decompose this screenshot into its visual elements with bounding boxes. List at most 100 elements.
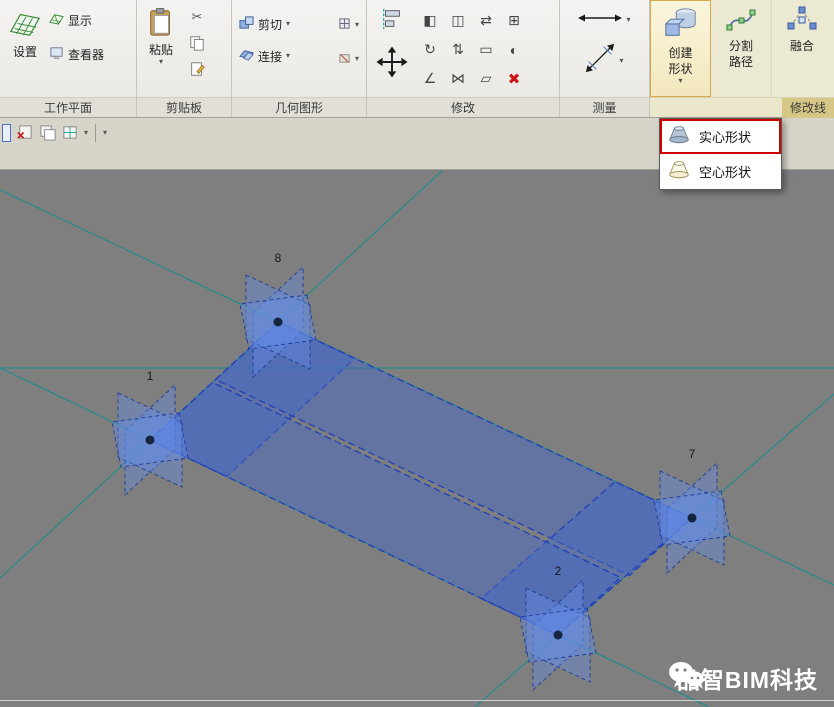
viewer-label: 查看器 (68, 46, 104, 63)
solid-form-icon (666, 123, 692, 150)
solid-form-menu-item[interactable]: 实心形状 (660, 119, 781, 154)
view-grid-icon[interactable] (61, 123, 80, 142)
join-geometry-button[interactable]: 连接 ▾ (236, 45, 293, 67)
paste-button[interactable]: 粘贴 ▾ (141, 3, 181, 94)
array-icon[interactable]: ⇄ (473, 7, 499, 34)
reference-point-cluster[interactable]: 7 (654, 447, 730, 573)
reference-point-cluster[interactable]: 1 (112, 369, 188, 495)
paste-label: 粘贴 (149, 43, 173, 58)
trim-icon[interactable]: ▭ (473, 36, 499, 63)
corner-label: 7 (689, 447, 696, 461)
mini-toolbar-caret2-icon[interactable]: ▾ (103, 129, 107, 137)
close-hidden-icon[interactable] (15, 123, 34, 142)
rotate-icon[interactable]: ↻ (417, 36, 443, 63)
clipboard-panel-label: 剪贴板 (137, 97, 231, 117)
create-form-icon (663, 5, 699, 45)
solid-form-label: 实心形状 (699, 127, 751, 146)
demolish-icon (338, 51, 351, 67)
join-geometry-label: 连接 (258, 48, 282, 65)
wall-joins-button[interactable]: ▾ (335, 15, 362, 35)
create-form-label-line1: 创建 (668, 46, 692, 61)
copy-icon[interactable] (187, 33, 207, 53)
blend-label: 融合 (790, 39, 814, 54)
align-icon[interactable] (380, 7, 404, 36)
match-type-icon[interactable] (187, 59, 207, 79)
workplane-settings-label: 设置 (13, 45, 37, 60)
show-workplane-button[interactable]: 显示 (46, 9, 107, 31)
join-small-icon[interactable]: ⋈ (445, 65, 471, 92)
delete-icon[interactable]: ✖ (501, 65, 527, 92)
divide-path-label-line1: 分割 (729, 39, 753, 54)
panel-modify: ◧ ◫ ⇄ ⊞ ↻ ⇅ ▭ ◐ ∠ ⋈ ▱ ✖ 修改 (367, 0, 560, 117)
scale-icon[interactable]: ▱ (473, 65, 499, 92)
contextual-panel-label: 修改线 (782, 98, 834, 118)
angle-icon[interactable]: ∠ (417, 65, 443, 92)
wall-joins-caret-icon: ▾ (355, 21, 359, 29)
corner-label: 8 (275, 251, 282, 265)
move-vertical-icon[interactable]: ⇅ (445, 36, 471, 63)
void-form-icon (666, 158, 692, 185)
measure-panel-label: 测量 (560, 97, 649, 117)
demolish-button[interactable]: ▾ (335, 49, 362, 69)
show-workplane-icon (49, 11, 64, 29)
viewport[interactable]: 1 8 7 (0, 170, 834, 707)
3d-viewport-canvas[interactable]: 1 8 7 (0, 170, 834, 707)
corner-label: 2 (555, 564, 562, 578)
offset-icon[interactable]: ⊞ (501, 7, 527, 34)
create-form-dropdown: 实心形状 空心形状 (659, 118, 782, 190)
mirror-icon[interactable]: ◫ (445, 7, 471, 34)
cut-to-clipboard-icon[interactable]: ✂ (187, 7, 207, 27)
divide-path-icon (726, 4, 756, 38)
demolish-caret-icon: ▾ (355, 55, 359, 63)
copy-view-icon[interactable] (38, 123, 57, 142)
panel-workplane: 设置 显示 (0, 0, 137, 117)
measure-between-refs-button[interactable]: ▾ (578, 11, 630, 29)
bottom-divider-line (0, 700, 834, 701)
panel-geometry: 剪切 ▾ 连接 ▾ (232, 0, 367, 117)
divide-path-button[interactable]: 分割 路径 (711, 0, 772, 97)
workplane-settings-button[interactable]: 设置 (4, 3, 46, 94)
viewer-button[interactable]: 查看器 (46, 43, 107, 65)
geometry-panel-label: 几何图形 (232, 97, 366, 117)
join-geometry-icon (239, 47, 254, 65)
cut-geometry-caret-icon: ▾ (286, 20, 290, 28)
void-form-menu-item[interactable]: 空心形状 (660, 154, 781, 189)
cut-geometry-button[interactable]: 剪切 ▾ (236, 13, 293, 35)
divide-path-label-line2: 路径 (729, 55, 753, 70)
paste-icon (146, 7, 176, 41)
cope-icon[interactable]: ◧ (417, 7, 443, 34)
contextual-panel-label-row: 修改线 (650, 97, 834, 117)
modify-tool-grid: ◧ ◫ ⇄ ⊞ ↻ ⇅ ▭ ◐ ∠ ⋈ ▱ ✖ (413, 3, 527, 94)
corner-label: 1 (147, 369, 154, 383)
measure-arrow-icon (578, 11, 622, 29)
create-form-caret-icon: ▾ (678, 77, 682, 85)
show-workplane-label: 显示 (68, 12, 92, 29)
paste-caret-icon[interactable]: ▾ (159, 58, 163, 66)
void-form-label: 空心形状 (699, 162, 751, 181)
viewer-icon (49, 45, 64, 63)
create-form-button[interactable]: 创建 形状 ▾ (650, 0, 711, 97)
join-geometry-caret-icon: ▾ (286, 52, 290, 60)
measure-caret-icon: ▾ (626, 16, 630, 24)
ribbon: 设置 显示 (0, 0, 834, 118)
wall-joins-icon (338, 17, 351, 33)
workplane-panel-label: 工作平面 (0, 97, 136, 117)
blend-icon (787, 4, 817, 38)
split-icon[interactable]: ◐ (501, 36, 527, 63)
dimension-button[interactable]: ▾ (585, 43, 623, 78)
mini-toolbar-separator (95, 124, 96, 142)
mini-toolbar-caret-icon[interactable]: ▾ (84, 129, 88, 137)
watermark: 品智BIM科技 (668, 661, 818, 695)
dimension-caret-icon: ▾ (619, 57, 623, 65)
modify-panel-label: 修改 (367, 97, 559, 117)
panel-measure: ▾ ▾ 测量 (560, 0, 650, 117)
work-plane-icon (9, 7, 41, 43)
browser-edge-tab[interactable] (2, 124, 11, 142)
dimension-icon (585, 43, 615, 78)
cut-geometry-label: 剪切 (258, 16, 282, 33)
move-icon[interactable] (376, 46, 408, 83)
panel-contextual: 创建 形状 ▾ 分割 路径 (650, 0, 834, 117)
blend-button[interactable]: 融合 (772, 0, 832, 97)
create-form-label-line2: 形状 (668, 62, 692, 77)
cut-geometry-icon (239, 15, 254, 33)
